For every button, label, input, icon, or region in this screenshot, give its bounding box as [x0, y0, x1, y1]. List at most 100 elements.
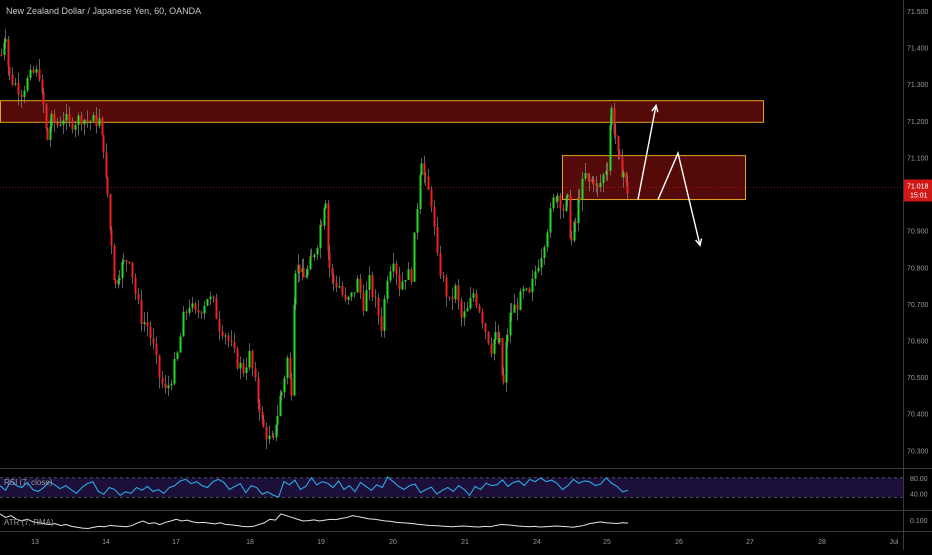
candle-body	[323, 208, 326, 226]
time-tick-label: 13	[31, 539, 39, 546]
candle-body	[584, 173, 587, 179]
candle-body	[522, 288, 525, 292]
candle-body	[218, 318, 221, 332]
atr-tick-label: 0.100	[910, 518, 928, 525]
time-tick-label: 26	[675, 539, 683, 546]
candle-body	[179, 336, 182, 353]
candle-body	[478, 305, 481, 312]
candle-body	[170, 383, 173, 386]
candle-body	[602, 174, 605, 183]
candle-body	[251, 350, 254, 369]
candle-body	[356, 278, 359, 293]
candle-body	[272, 436, 275, 438]
time-tick-label: 17	[172, 539, 180, 546]
candle-body	[401, 281, 404, 290]
candle-body	[549, 208, 552, 233]
candle-body	[316, 248, 319, 255]
candle-body	[26, 78, 29, 91]
candle-body	[513, 304, 516, 313]
candle-body	[622, 172, 625, 178]
last-price-value: 71.018	[907, 183, 929, 190]
candle-body	[302, 268, 305, 278]
candle-body	[319, 224, 322, 249]
candle-body	[158, 355, 161, 379]
price-tick-label: 70.600	[907, 339, 929, 346]
candle-body	[380, 316, 383, 331]
candle-body	[610, 108, 613, 125]
candle-body	[578, 197, 581, 200]
candle-body	[113, 245, 116, 280]
candle-body	[110, 229, 113, 246]
chart-title: New Zealand Dollar / Japanese Yen, 60, O…	[6, 6, 202, 16]
candle-body	[335, 282, 338, 288]
candle-body	[472, 293, 475, 298]
chart-area[interactable]: 80.00 40.00 0.100 71.500 71.400 71.300 71.20…	[0, 0, 932, 550]
candle-body	[386, 280, 389, 299]
candle-body	[506, 335, 509, 342]
candle-body	[581, 178, 584, 200]
candle-body	[276, 415, 279, 425]
candle-body	[451, 297, 454, 300]
candle-body	[109, 194, 112, 230]
candle-body	[556, 195, 559, 202]
candle-body	[191, 303, 194, 308]
candle-body	[404, 279, 407, 282]
candle-body	[327, 203, 330, 252]
candle-body	[410, 269, 413, 282]
price-tick-label: 71.100	[907, 155, 929, 162]
candle-body	[254, 368, 257, 378]
candle-body	[167, 385, 170, 389]
candle-body	[56, 122, 59, 126]
candle-body	[306, 269, 309, 276]
candle-body	[420, 163, 423, 175]
candle-body	[416, 209, 419, 233]
candle-body	[442, 275, 445, 278]
candle-body	[448, 296, 451, 298]
price-tick-label: 70.400	[907, 412, 929, 419]
candle-body	[233, 342, 236, 349]
candle-body	[516, 304, 519, 310]
candle-body	[454, 285, 457, 300]
candle-body	[224, 335, 227, 337]
candle-body	[200, 312, 203, 314]
candle-body	[128, 262, 131, 264]
candle-body	[528, 288, 531, 293]
candle-body	[155, 343, 158, 356]
candle-body	[543, 247, 546, 259]
candle-body	[540, 258, 543, 268]
time-tick-label: 14	[102, 539, 110, 546]
candle-body	[294, 273, 297, 305]
candle-body	[236, 348, 239, 369]
candle-body	[182, 311, 185, 337]
candle-body	[161, 378, 164, 384]
rsi-tick-label: 40.00	[910, 491, 928, 498]
candle-body	[280, 392, 283, 396]
rsi-band	[0, 477, 903, 498]
candle-body	[606, 170, 609, 172]
candle-body	[53, 114, 56, 123]
candle-body	[298, 264, 301, 273]
candle-body	[487, 331, 490, 344]
time-tick-label: 21	[461, 539, 469, 546]
candle-body	[268, 435, 271, 440]
candle-body	[617, 135, 620, 152]
candle-body	[80, 115, 83, 125]
time-tick-label: 27	[746, 539, 754, 546]
candle-body	[242, 362, 245, 374]
candle-body	[588, 177, 591, 182]
time-tick-label: Jul	[890, 539, 899, 546]
price-chart-svg[interactable]: 80.00 40.00 0.100 71.500 71.400 71.300 71.20…	[0, 0, 932, 550]
price-tick-label: 71.400	[907, 46, 929, 53]
candle-body	[258, 403, 261, 412]
candle-body	[626, 182, 629, 194]
candle-body	[481, 311, 484, 324]
candle-body	[398, 274, 401, 290]
candle-body	[537, 267, 540, 272]
candle-body	[365, 289, 368, 311]
candle-body	[614, 133, 617, 136]
candle-body	[185, 311, 188, 313]
candle-body	[17, 83, 20, 95]
candle-body	[221, 331, 224, 337]
candle-body	[77, 115, 80, 125]
candle-body	[203, 305, 206, 314]
